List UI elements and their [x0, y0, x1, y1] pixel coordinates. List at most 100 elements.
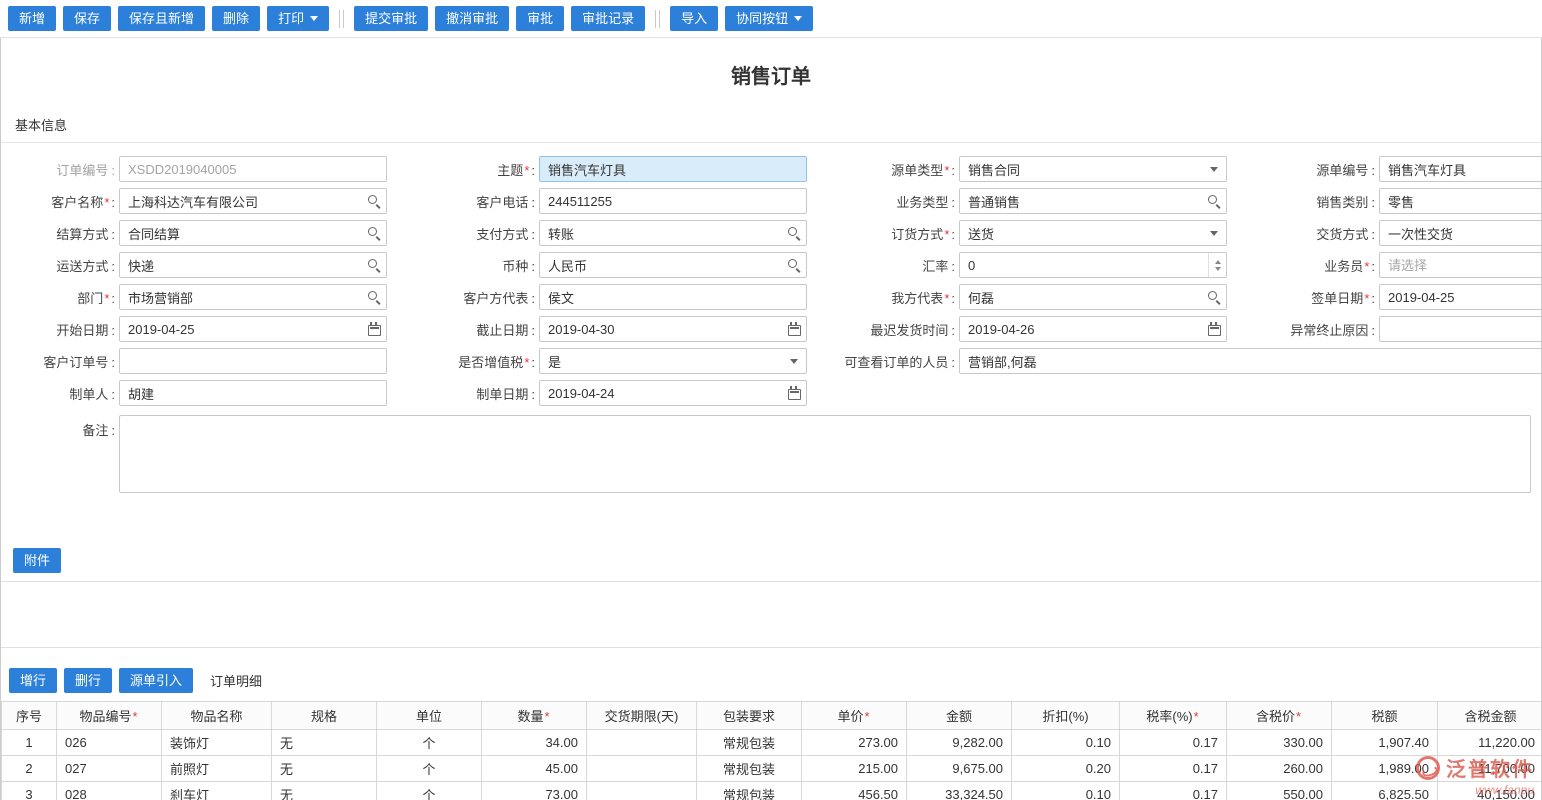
table-cell[interactable]: 33,324.50	[907, 782, 1012, 800]
table-cell[interactable]: 11,220.00	[1438, 730, 1542, 756]
table-cell[interactable]: 40,150.00	[1438, 782, 1542, 800]
customer-phone-input[interactable]	[539, 188, 807, 214]
customer-name-input[interactable]	[119, 188, 387, 214]
table-cell[interactable]: 273.00	[802, 730, 907, 756]
save-and-new-button[interactable]: 保存且新增	[118, 6, 205, 31]
print-button[interactable]: 打印	[267, 6, 329, 31]
table-cell[interactable]	[587, 730, 697, 756]
search-icon[interactable]	[362, 285, 386, 309]
table-cell[interactable]	[587, 756, 697, 782]
table-cell[interactable]: 0.17	[1120, 730, 1227, 756]
source-no-input[interactable]	[1379, 156, 1542, 182]
order-method-select[interactable]	[959, 220, 1227, 246]
vat-select[interactable]	[539, 348, 807, 374]
attachments-button[interactable]: 附件	[13, 548, 61, 573]
table-cell[interactable]: 027	[57, 756, 162, 782]
table-cell[interactable]: 330.00	[1227, 730, 1332, 756]
chevron-down-icon[interactable]	[782, 349, 806, 373]
table-cell[interactable]: 0.10	[1012, 730, 1120, 756]
table-cell[interactable]: 无	[272, 782, 377, 800]
table-cell[interactable]: 常规包装	[697, 730, 802, 756]
table-cell[interactable]: 个	[377, 782, 482, 800]
chevron-down-icon[interactable]	[1202, 157, 1226, 181]
table-cell[interactable]: 45.00	[482, 756, 587, 782]
table-cell[interactable]: 无	[272, 730, 377, 756]
table-cell[interactable]: 常规包装	[697, 756, 802, 782]
viewers-input[interactable]	[959, 348, 1542, 374]
business-type-input[interactable]	[959, 188, 1227, 214]
table-cell[interactable]: 0.10	[1012, 782, 1120, 800]
start-date-input[interactable]	[119, 316, 387, 342]
collaboration-button[interactable]: 协同按钮	[725, 6, 813, 31]
subject-input[interactable]	[539, 156, 807, 182]
table-cell[interactable]: 刹车灯	[162, 782, 272, 800]
import-source-button[interactable]: 源单引入	[119, 668, 193, 693]
table-cell[interactable]: 个	[377, 730, 482, 756]
table-cell[interactable]: 9,282.00	[907, 730, 1012, 756]
search-icon[interactable]	[362, 253, 386, 277]
table-cell[interactable]: 无	[272, 756, 377, 782]
table-cell[interactable]: 550.00	[1227, 782, 1332, 800]
new-button[interactable]: 新增	[8, 6, 56, 31]
calendar-icon[interactable]	[782, 381, 806, 405]
table-cell[interactable]: 1,907.40	[1332, 730, 1438, 756]
table-cell[interactable]: 个	[377, 756, 482, 782]
save-button[interactable]: 保存	[63, 6, 111, 31]
table-cell[interactable]: 0.17	[1120, 782, 1227, 800]
transport-input[interactable]	[119, 252, 387, 278]
creator-input[interactable]	[119, 380, 387, 406]
remark-textarea[interactable]	[119, 415, 1531, 493]
source-type-select[interactable]	[959, 156, 1227, 182]
create-date-input[interactable]	[539, 380, 807, 406]
calendar-icon[interactable]	[1202, 317, 1226, 341]
department-input[interactable]	[119, 284, 387, 310]
approval-records-button[interactable]: 审批记录	[571, 6, 645, 31]
table-cell[interactable]: 0.17	[1120, 756, 1227, 782]
sign-date-input[interactable]	[1379, 284, 1542, 310]
calendar-icon[interactable]	[782, 317, 806, 341]
table-cell[interactable]: 026	[57, 730, 162, 756]
table-cell[interactable]: 73.00	[482, 782, 587, 800]
table-cell[interactable]: 34.00	[482, 730, 587, 756]
table-cell[interactable]: 1,989.00	[1332, 756, 1438, 782]
abort-reason-input[interactable]	[1379, 316, 1542, 342]
latest-ship-date-input[interactable]	[959, 316, 1227, 342]
table-cell[interactable]: 9,675.00	[907, 756, 1012, 782]
spinner-icon[interactable]	[1208, 253, 1226, 277]
table-cell[interactable]: 装饰灯	[162, 730, 272, 756]
table-row[interactable]: 3028刹车灯无个73.00常规包装456.5033,324.500.100.1…	[2, 782, 1542, 800]
calendar-icon[interactable]	[362, 317, 386, 341]
import-button[interactable]: 导入	[670, 6, 718, 31]
table-cell[interactable]: 260.00	[1227, 756, 1332, 782]
search-icon[interactable]	[782, 221, 806, 245]
search-icon[interactable]	[362, 221, 386, 245]
cancel-approval-button[interactable]: 撤消审批	[435, 6, 509, 31]
table-cell[interactable]: 0.20	[1012, 756, 1120, 782]
currency-input[interactable]	[539, 252, 807, 278]
delivery-method-input[interactable]	[1379, 220, 1542, 246]
chevron-down-icon[interactable]	[1202, 221, 1226, 245]
table-cell[interactable]: 6,825.50	[1332, 782, 1438, 800]
search-icon[interactable]	[1202, 285, 1226, 309]
delete-button[interactable]: 删除	[212, 6, 260, 31]
approve-button[interactable]: 审批	[516, 6, 564, 31]
table-cell[interactable]: 028	[57, 782, 162, 800]
settlement-input[interactable]	[119, 220, 387, 246]
table-cell[interactable]: 215.00	[802, 756, 907, 782]
search-icon[interactable]	[782, 253, 806, 277]
search-icon[interactable]	[362, 189, 386, 213]
table-cell[interactable]: 前照灯	[162, 756, 272, 782]
submit-approval-button[interactable]: 提交审批	[354, 6, 428, 31]
customer-rep-input[interactable]	[539, 284, 807, 310]
customer-order-no-input[interactable]	[119, 348, 387, 374]
table-cell[interactable]	[587, 782, 697, 800]
end-date-input[interactable]	[539, 316, 807, 342]
exchange-rate-stepper[interactable]	[959, 252, 1227, 278]
delete-row-button[interactable]: 删行	[64, 668, 112, 693]
sales-category-input[interactable]	[1379, 188, 1542, 214]
our-rep-input[interactable]	[959, 284, 1227, 310]
table-row[interactable]: 1026装饰灯无个34.00常规包装273.009,282.000.100.17…	[2, 730, 1542, 756]
table-cell[interactable]: 11,700.00	[1438, 756, 1542, 782]
salesman-input[interactable]	[1379, 252, 1542, 278]
table-row[interactable]: 2027前照灯无个45.00常规包装215.009,675.000.200.17…	[2, 756, 1542, 782]
